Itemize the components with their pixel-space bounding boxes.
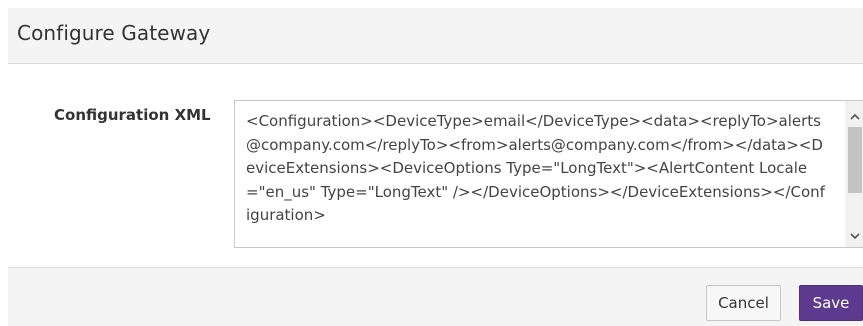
save-button[interactable]: Save bbox=[799, 285, 863, 321]
scrollbar-thumb[interactable] bbox=[848, 127, 862, 193]
cancel-button[interactable]: Cancel bbox=[706, 285, 781, 321]
configure-gateway-dialog: Configure Gateway Configuration XML <Con… bbox=[8, 8, 863, 326]
textarea-scrollbar[interactable] bbox=[845, 101, 863, 247]
dialog-title: Configure Gateway bbox=[17, 21, 211, 45]
configuration-xml-textarea[interactable]: <Configuration><DeviceType>email</Device… bbox=[234, 100, 863, 248]
chevron-down-icon[interactable] bbox=[845, 227, 863, 245]
dialog-footer: Cancel Save bbox=[8, 267, 863, 326]
chevron-up-icon[interactable] bbox=[845, 107, 863, 125]
dialog-header: Configure Gateway bbox=[8, 8, 863, 64]
configuration-xml-label: Configuration XML bbox=[54, 106, 211, 124]
configuration-xml-value[interactable]: <Configuration><DeviceType>email</Device… bbox=[246, 110, 828, 228]
